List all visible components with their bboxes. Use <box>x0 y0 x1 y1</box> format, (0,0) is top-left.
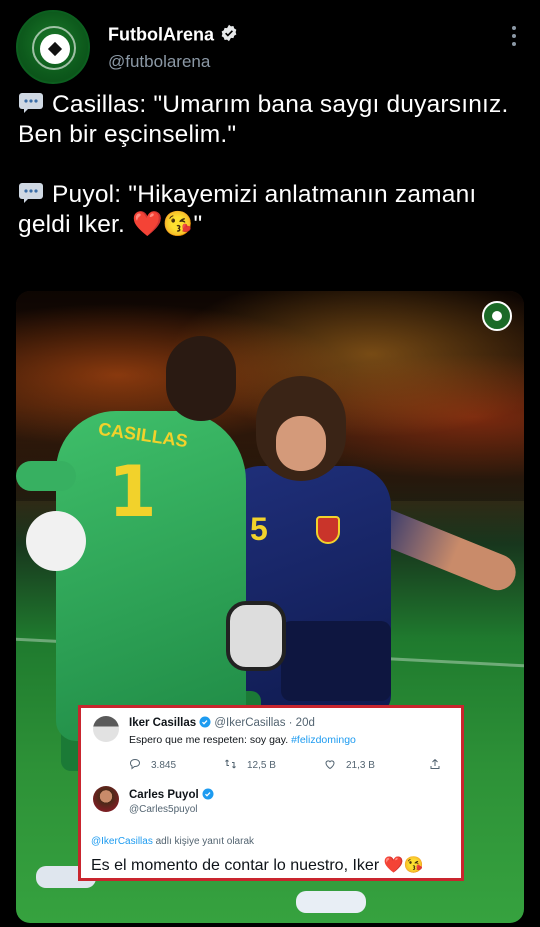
embedded-tweet-2-text: Es el momento de contar lo nuestro, Iker… <box>91 857 424 874</box>
like-stat: 21,3 B <box>324 758 375 773</box>
reply-count: 3.845 <box>151 760 177 771</box>
like-icon <box>324 758 336 773</box>
avatar <box>93 716 119 742</box>
reply-stat: 3.845 <box>129 758 176 773</box>
verified-badge-icon <box>202 788 214 803</box>
account-handle[interactable]: @futbolarena <box>108 52 210 72</box>
match-ball <box>26 511 86 571</box>
embedded-tweet-1-text: Espero que me respeten: soy gay. #felizd… <box>129 734 356 746</box>
embedded-name: Iker Casillas <box>129 717 197 729</box>
account-name-text: FutbolArena <box>108 24 214 45</box>
casillas-arm <box>16 461 76 491</box>
goalkeeper-glove <box>226 601 286 671</box>
reply-icon <box>129 758 141 773</box>
speech-bubble-icon <box>18 92 44 114</box>
embedded-handle: @IkerCasillas <box>214 717 286 729</box>
retweet-count: 12,5 B <box>247 760 276 771</box>
account-name[interactable]: FutbolArena <box>108 24 238 47</box>
casillas-head <box>166 336 236 421</box>
watermark-logo <box>482 301 512 331</box>
embedded-handle: @Carles5puyol <box>129 804 198 815</box>
reply-handle-link: @IkerCasillas <box>91 836 153 847</box>
spain-crest <box>316 516 340 544</box>
verified-badge-icon <box>220 24 238 47</box>
avatar[interactable] <box>16 10 90 84</box>
retweet-icon <box>224 758 237 773</box>
puyol-face <box>276 416 326 471</box>
embedded-text: Espero que me respeten: soy gay. <box>129 734 289 746</box>
tweet-line-1: Casillas: "Umarım bana saygı duyarsınız.… <box>18 91 509 148</box>
verified-badge-icon <box>199 716 211 731</box>
puyol-shorts <box>281 621 391 701</box>
casillas-number: 1 <box>108 451 157 533</box>
share-icon <box>429 758 441 773</box>
embedded-tweet-1-header: Iker Casillas @IkerCasillas · 20d <box>129 716 315 731</box>
embedded-name: Carles Puyol <box>129 789 199 801</box>
tweet-text: Casillas: "Umarım bana saygı duyarsınız.… <box>18 90 518 270</box>
like-count: 21,3 B <box>346 760 375 771</box>
boot <box>296 891 366 913</box>
more-icon[interactable] <box>504 24 524 48</box>
embedded-tweet-screenshot: Iker Casillas @IkerCasillas · 20d Espero… <box>78 705 464 881</box>
hashtag-link: #felizdomingo <box>291 734 356 746</box>
tweet-line-2: Puyol: "Hikayemizi anlatmanın zamanı gel… <box>18 181 477 238</box>
football-icon <box>40 34 70 64</box>
reply-context: @IkerCasillas adlı kişiye yanıt olarak <box>91 836 254 847</box>
tweet-header: FutbolArena @futbolarena <box>16 10 524 86</box>
tweet-paragraph-1: Casillas: "Umarım bana saygı duyarsınız.… <box>18 90 518 150</box>
speech-bubble-icon <box>18 182 44 204</box>
reply-suffix: adlı kişiye yanıt olarak <box>155 836 255 847</box>
tweet-paragraph-2: Puyol: "Hikayemizi anlatmanın zamanı gel… <box>18 180 518 240</box>
avatar <box>93 786 119 812</box>
retweet-stat: 12,5 B <box>224 758 276 773</box>
embedded-age: · 20d <box>288 717 315 729</box>
tweet-photo[interactable]: 5 CASILLAS 1 Iker Casillas @IkerCasillas… <box>16 291 524 923</box>
embedded-tweet-1-stats: 3.845 12,5 B 21,3 B <box>129 758 449 774</box>
puyol-number: 5 <box>250 511 268 547</box>
embedded-tweet-2-name: Carles Puyol <box>129 788 214 803</box>
